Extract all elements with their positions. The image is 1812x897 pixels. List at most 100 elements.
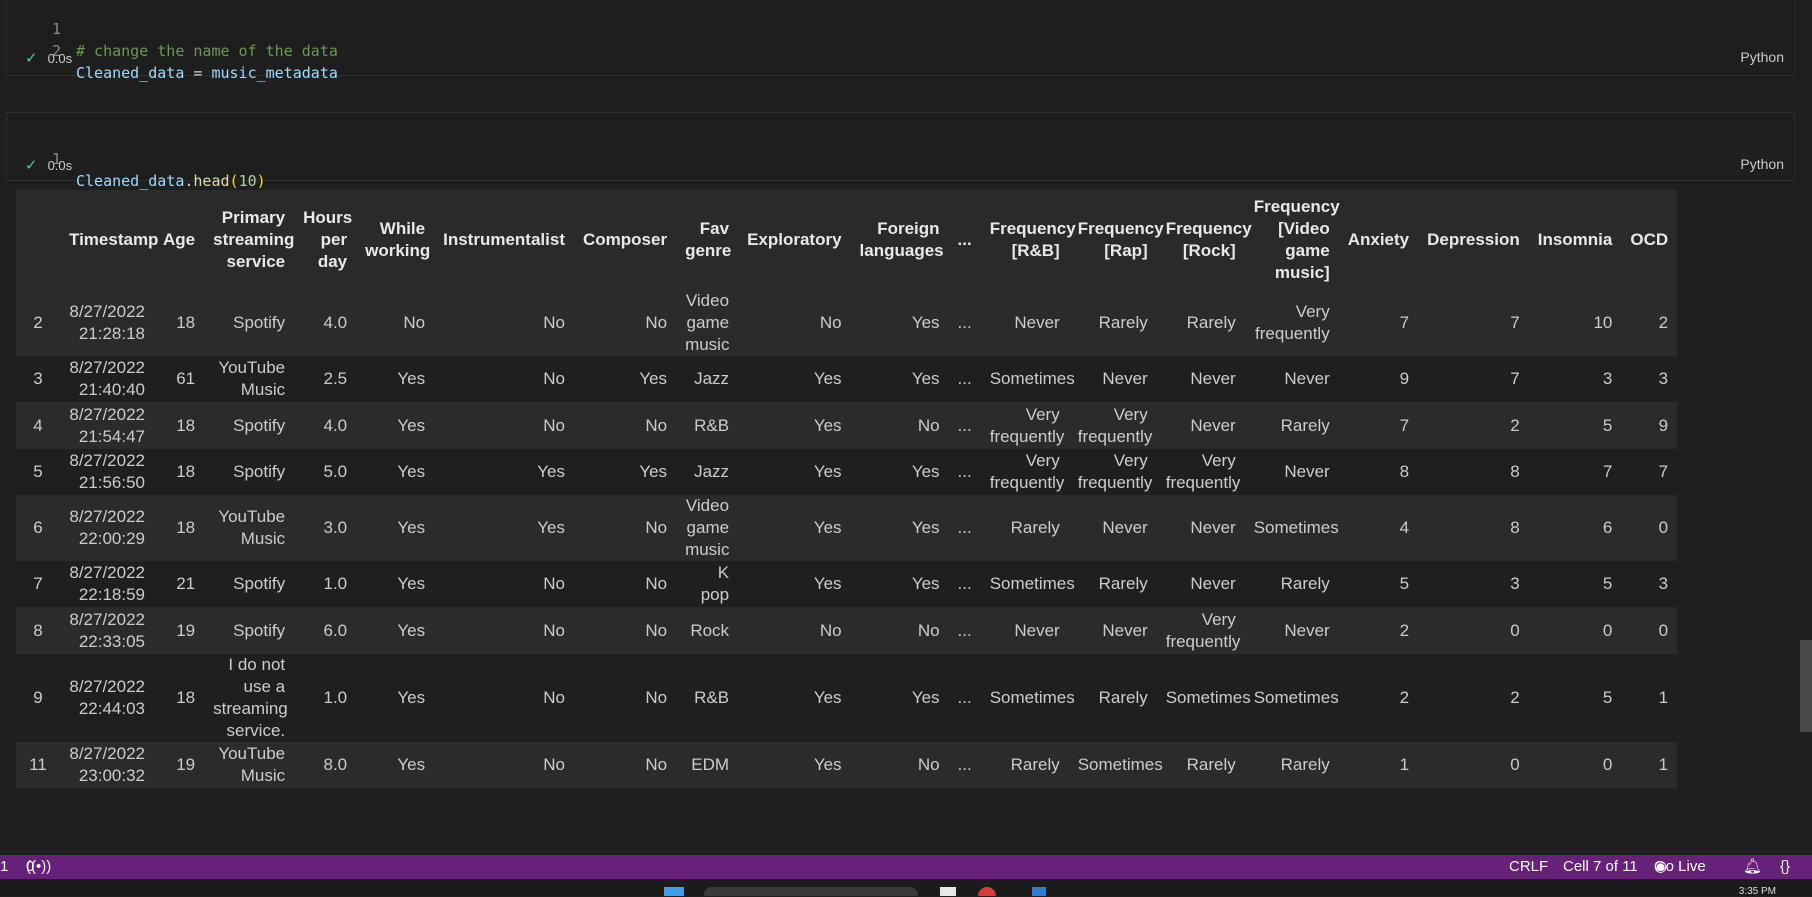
- column-header: Insomnia: [1528, 190, 1622, 290]
- chrome-icon[interactable]: [978, 887, 996, 896]
- table-cell: 2: [1399, 620, 1410, 640]
- ports-count: 0: [26, 858, 35, 875]
- table-cell: Never: [1190, 574, 1236, 593]
- code-paren: (: [229, 172, 239, 190]
- vscode-icon[interactable]: [1032, 887, 1046, 896]
- code-cell-2[interactable]: 1 Cleaned_data.head(10) ✓ 0.0s Python: [6, 112, 1795, 190]
- table-cell: Rarely: [1098, 688, 1148, 707]
- table-cell: 0: [1658, 518, 1669, 537]
- table-cell: Never: [1102, 518, 1148, 537]
- table-cell: 8: [1510, 462, 1520, 481]
- status-braces[interactable]: {}: [1780, 855, 1790, 879]
- table-cell: 8.0: [323, 755, 348, 774]
- column-header: Hours per day: [294, 190, 357, 290]
- table-cell: Never: [1190, 369, 1236, 388]
- table-cell: 0: [1510, 620, 1520, 640]
- table-cell: Never: [1284, 369, 1330, 388]
- table-cell: 3.0: [323, 518, 348, 537]
- table-cell: R&B: [694, 415, 730, 435]
- taskbar-search-box[interactable]: [704, 887, 918, 896]
- code-operator: =: [184, 64, 212, 82]
- language-label[interactable]: Python: [1740, 156, 1784, 172]
- table-cell: 1: [1399, 755, 1410, 774]
- table-cell: No: [917, 415, 940, 435]
- table-cell: 10: [1593, 313, 1613, 332]
- table-cell: Yes: [537, 462, 565, 481]
- table-cell: Yes: [639, 369, 668, 388]
- taskbar-clock[interactable]: 3:35 PM: [1739, 886, 1776, 897]
- table-cell: No: [645, 574, 668, 593]
- table-cell: Video game music: [685, 496, 730, 559]
- table-cell: Very frequently: [1165, 451, 1241, 492]
- table-cell: Video game music: [685, 291, 730, 354]
- column-header: Timestamp: [60, 190, 158, 290]
- table-cell: 2: [1510, 415, 1520, 435]
- code-line[interactable]: 2 Cleaned_data = music_metadata: [7, 18, 338, 82]
- table-row: 3 8/27/2022 21:40:40 61 YouTube Music 2.5 Yes…: [16, 356, 1678, 402]
- table-cell: Yes: [911, 313, 940, 332]
- go-live-label: Go Live: [1654, 858, 1706, 875]
- table-cell: 7: [1510, 313, 1520, 332]
- status-cell-info[interactable]: Cell 7 of 11: [1563, 855, 1638, 879]
- table-cell: Yes: [397, 755, 426, 774]
- table-cell: 5: [1602, 688, 1613, 707]
- table-cell: Never: [1284, 620, 1330, 640]
- column-header: Frequency [Rock]: [1156, 190, 1252, 290]
- table-cell: 7: [1399, 313, 1410, 332]
- table-cell: Very frequently: [1165, 609, 1241, 651]
- column-header: ...: [948, 190, 981, 290]
- table-cell: Never: [1102, 620, 1148, 640]
- row-index: 6: [33, 518, 43, 537]
- code-text: Cleaned_data = music_metadata: [76, 62, 338, 84]
- code-line[interactable]: 1 Cleaned_data.head(10): [7, 126, 266, 190]
- table-cell: 8/27/2022 23:00:32: [69, 744, 145, 785]
- table-cell: 0: [1510, 755, 1520, 774]
- table-cell: 8/27/2022 21:56:50: [69, 451, 145, 492]
- table-cell: Never: [1190, 415, 1236, 435]
- table-cell: Yes: [813, 688, 842, 707]
- table-cell: 1.0: [323, 688, 348, 707]
- table-cell: 8/27/2022 22:44:03: [69, 677, 145, 718]
- table-cell: Sometimes: [1253, 518, 1339, 537]
- table-cell: Yes: [813, 462, 842, 481]
- table-cell: No: [645, 620, 668, 640]
- vertical-scrollbar[interactable]: [1800, 640, 1812, 732]
- table-cell: No: [645, 415, 668, 435]
- table-cell: Rarely: [1186, 755, 1236, 774]
- table-cell: Jazz: [694, 369, 730, 388]
- table-cell: 18: [176, 313, 196, 332]
- table-cell: 8: [1510, 518, 1520, 537]
- table-cell: No: [819, 620, 842, 640]
- start-icon[interactable]: [664, 887, 684, 896]
- language-label[interactable]: Python: [1740, 49, 1784, 65]
- code-function: head: [193, 172, 230, 190]
- table-cell: ...: [957, 574, 972, 593]
- table-cell: Yes: [911, 518, 940, 537]
- table-cell: ...: [957, 415, 972, 435]
- code-cell-1[interactable]: 1 # change the name of the data 2 Cleane…: [6, 0, 1795, 82]
- row-index: 8: [33, 620, 43, 640]
- table-cell: Spotify: [233, 620, 286, 640]
- table-cell: 4: [1399, 518, 1410, 537]
- code-line[interactable]: 1 # change the name of the data: [7, 0, 338, 60]
- bell-icon[interactable]: 🔔︎: [1743, 855, 1762, 879]
- table-cell: Rock: [690, 620, 730, 640]
- table-cell: 8/27/2022 21:40:40: [69, 358, 145, 399]
- column-header: OCD: [1621, 190, 1678, 290]
- table-cell: 8/27/2022 21:28:18: [69, 302, 145, 343]
- taskbar-app-icon[interactable]: [940, 887, 956, 896]
- row-index: 5: [33, 462, 43, 481]
- table-cell: R&B: [694, 688, 730, 707]
- column-header: Frequency [Rap]: [1068, 190, 1164, 290]
- column-header: Depression: [1418, 190, 1529, 290]
- table-cell: Spotify: [233, 462, 286, 481]
- status-item-left[interactable]: 1: [0, 855, 8, 879]
- table-cell: 3: [1510, 574, 1520, 593]
- column-header: Fav genre: [676, 190, 739, 290]
- table-cell: Yes: [397, 369, 426, 388]
- table-cell: Sometimes: [989, 574, 1075, 593]
- row-index: 7: [33, 574, 43, 593]
- status-eol[interactable]: CRLF: [1509, 855, 1548, 879]
- column-header: Anxiety: [1338, 190, 1419, 290]
- table-cell: No: [543, 620, 565, 640]
